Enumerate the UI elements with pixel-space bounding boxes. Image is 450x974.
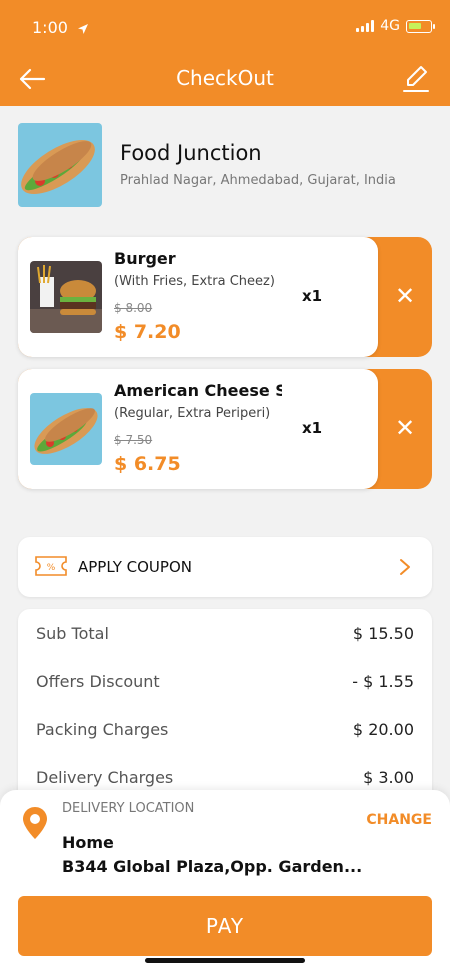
change-location-button[interactable]: CHANGE [366, 812, 432, 828]
item-price: $ 7.20 [114, 321, 181, 343]
bill-value: $ 15.50 [352, 624, 414, 643]
item-quantity: x1 [302, 287, 323, 305]
cart-item-content: American Cheese S (Regular, Extra Peripe… [18, 369, 378, 489]
coupon-icon: % [35, 556, 67, 576]
battery-icon [406, 19, 435, 33]
item-name: American Cheese S [114, 381, 282, 400]
status-indicators: 4G [356, 18, 435, 34]
delivery-location-label: DELIVERY LOCATION [62, 801, 195, 816]
bill-row: Offers Discount - $ 1.55 [36, 672, 414, 696]
location-address: B344 Global Plaza,Opp. Garden... [62, 857, 363, 876]
bill-value: $ 3.00 [363, 768, 414, 787]
coupon-label: APPLY COUPON [78, 558, 192, 576]
item-name: Burger [114, 249, 176, 268]
page-title: CheckOut [176, 66, 274, 90]
bill-value: $ 20.00 [352, 720, 414, 739]
item-original-price: $ 8.00 [114, 301, 153, 315]
item-original-price: $ 7.50 [114, 433, 153, 447]
svg-text:%: % [47, 563, 56, 573]
location-name: Home [62, 833, 114, 852]
item-image [30, 393, 102, 465]
bill-label: Delivery Charges [36, 768, 174, 787]
cart-item: American Cheese S (Regular, Extra Peripe… [18, 369, 432, 489]
restaurant-address: Prahlad Nagar, Ahmedabad, Gujarat, India [120, 173, 396, 188]
restaurant-info: Food Junction Prahlad Nagar, Ahmedabad, … [18, 123, 432, 209]
bill-row: Sub Total $ 15.50 [36, 624, 414, 648]
location-arrow-icon [78, 23, 89, 34]
item-quantity: x1 [302, 419, 323, 437]
status-bar: 1:00 4G [0, 0, 450, 52]
bill-label: Packing Charges [36, 720, 169, 739]
home-indicator [145, 958, 305, 963]
item-description: (With Fries, Extra Cheez) [114, 274, 275, 289]
bill-summary: Sub Total $ 15.50 Offers Discount - $ 1.… [18, 609, 432, 809]
location-pin-icon [23, 807, 47, 839]
bill-row: Delivery Charges $ 3.00 [36, 768, 414, 792]
item-image [30, 261, 102, 333]
restaurant-name: Food Junction [120, 141, 262, 165]
edit-icon[interactable] [402, 64, 430, 94]
restaurant-image [18, 123, 102, 207]
cart-item: Burger (With Fries, Extra Cheez) $ 8.00 … [18, 237, 432, 357]
item-price: $ 6.75 [114, 453, 181, 475]
bill-label: Sub Total [36, 624, 109, 643]
bill-value: - $ 1.55 [352, 672, 414, 691]
item-description: (Regular, Extra Periperi) [114, 406, 271, 421]
close-icon[interactable]: ✕ [390, 281, 420, 311]
delivery-sheet: DELIVERY LOCATION CHANGE Home B344 Globa… [0, 790, 450, 974]
network-label: 4G [380, 18, 400, 34]
signal-icon [356, 20, 375, 32]
apply-coupon-button[interactable]: % APPLY COUPON [18, 537, 432, 597]
bill-label: Offers Discount [36, 672, 160, 691]
chevron-right-icon [400, 559, 410, 575]
bill-row: Packing Charges $ 20.00 [36, 720, 414, 744]
cart-item-content: Burger (With Fries, Extra Cheez) $ 8.00 … [18, 237, 378, 357]
app-header: CheckOut [0, 52, 450, 106]
close-icon[interactable]: ✕ [390, 413, 420, 443]
status-time: 1:00 [32, 18, 89, 37]
pay-button[interactable]: PAY [18, 896, 432, 956]
